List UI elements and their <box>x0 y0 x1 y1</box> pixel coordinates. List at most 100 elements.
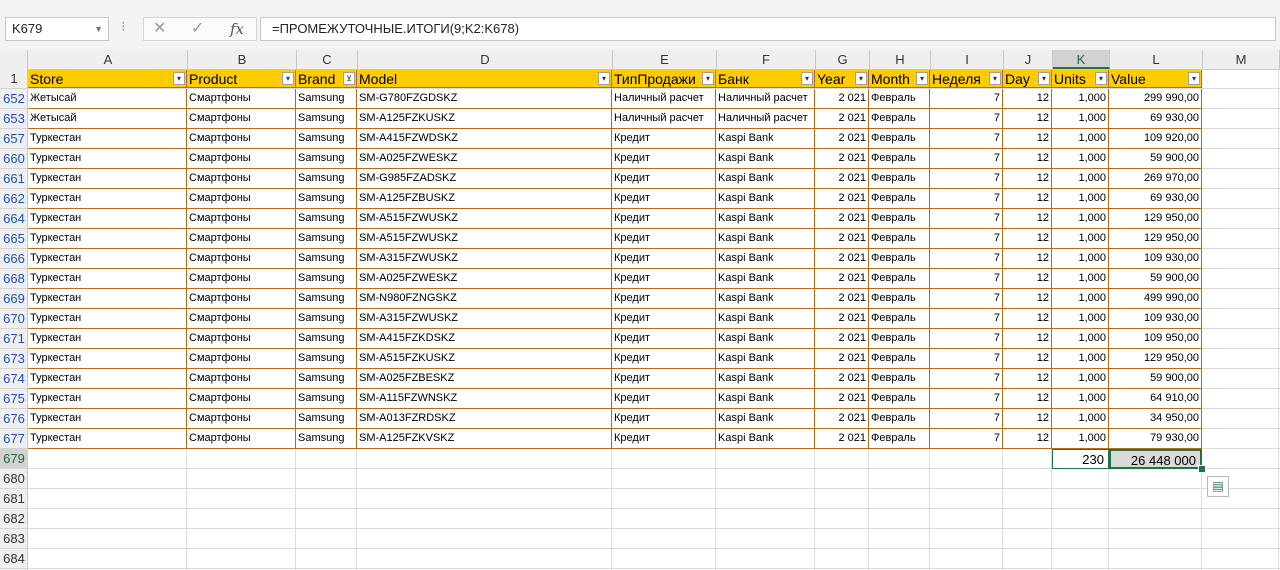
table-cell[interactable]: Кредит <box>612 289 716 309</box>
column-header-k[interactable]: K <box>1053 50 1110 69</box>
dropdown-arrow-icon[interactable]: ▾ <box>916 72 928 85</box>
table-cell[interactable]: Февраль <box>869 429 930 449</box>
row-header[interactable]: 671 <box>0 329 28 349</box>
table-cell[interactable]: 2 021 <box>815 309 869 329</box>
table-cell[interactable]: 2 021 <box>815 89 869 109</box>
table-cell[interactable]: Samsung <box>296 289 357 309</box>
column-header-j[interactable]: J <box>1004 50 1053 69</box>
table-cell[interactable]: 7 <box>930 149 1003 169</box>
table-cell[interactable]: Смартфоны <box>187 369 296 389</box>
table-cell[interactable]: Кредит <box>612 149 716 169</box>
row-header[interactable]: 684 <box>0 549 28 569</box>
table-cell[interactable]: Туркестан <box>28 409 187 429</box>
column-header-g[interactable]: G <box>816 50 870 69</box>
table-cell[interactable]: 299 990,00 <box>1109 89 1202 109</box>
table-cell[interactable]: Февраль <box>869 349 930 369</box>
table-cell[interactable]: SM-A125FZKUSKZ <box>357 109 612 129</box>
value-total-cell[interactable]: 26 448 000 <box>1109 449 1202 469</box>
table-cell[interactable]: 12 <box>1003 429 1052 449</box>
table-cell[interactable]: SM-A515FZWUSKZ <box>357 229 612 249</box>
table-cell[interactable]: Смартфоны <box>187 289 296 309</box>
table-cell[interactable]: 1,000 <box>1052 229 1109 249</box>
table-cell[interactable]: 2 021 <box>815 389 869 409</box>
table-cell[interactable]: Февраль <box>869 369 930 389</box>
table-header-cell[interactable]: Day ▾ <box>1003 70 1052 88</box>
column-header-f[interactable]: F <box>717 50 816 69</box>
table-cell[interactable]: Kaspi Bank <box>716 209 815 229</box>
table-cell[interactable]: 12 <box>1003 249 1052 269</box>
table-header-cell[interactable]: ТипПродажи ▾ <box>612 70 716 88</box>
table-cell[interactable]: 1,000 <box>1052 209 1109 229</box>
dropdown-arrow-icon[interactable]: ▾ <box>855 72 867 85</box>
table-cell[interactable]: Февраль <box>869 249 930 269</box>
units-total-cell[interactable]: 230 <box>1052 449 1109 469</box>
table-cell[interactable]: Kaspi Bank <box>716 329 815 349</box>
table-cell[interactable]: Смартфоны <box>187 309 296 329</box>
table-cell[interactable]: Смартфоны <box>187 429 296 449</box>
row-header[interactable]: 680 <box>0 469 28 489</box>
table-cell[interactable]: Kaspi Bank <box>716 429 815 449</box>
table-cell[interactable]: 7 <box>930 369 1003 389</box>
table-cell[interactable]: Смартфоны <box>187 389 296 409</box>
column-header-d[interactable]: D <box>358 50 613 69</box>
row-header[interactable]: 681 <box>0 489 28 509</box>
table-cell[interactable]: Kaspi Bank <box>716 309 815 329</box>
table-cell[interactable]: 7 <box>930 389 1003 409</box>
row-header[interactable]: 679 <box>0 449 28 469</box>
table-cell[interactable]: 7 <box>930 89 1003 109</box>
table-cell[interactable]: Samsung <box>296 369 357 389</box>
table-cell[interactable]: Туркестан <box>28 129 187 149</box>
table-cell[interactable]: Samsung <box>296 329 357 349</box>
table-cell[interactable]: Февраль <box>869 149 930 169</box>
table-cell[interactable]: Жетысай <box>28 109 187 129</box>
cancel-icon[interactable]: ✕ <box>153 18 166 40</box>
table-cell[interactable]: 109 920,00 <box>1109 129 1202 149</box>
table-cell[interactable]: Смартфоны <box>187 349 296 369</box>
table-cell[interactable]: 1,000 <box>1052 109 1109 129</box>
formula-bar-grip-icon[interactable]: ⁝ <box>121 18 125 35</box>
table-cell[interactable]: Смартфоны <box>187 109 296 129</box>
row-header[interactable]: 1 <box>0 69 28 89</box>
table-header-cell[interactable]: Store ▾ <box>28 70 187 88</box>
table-cell[interactable]: 2 021 <box>815 169 869 189</box>
table-cell[interactable]: Февраль <box>869 229 930 249</box>
column-header-m[interactable]: M <box>1203 50 1280 69</box>
table-cell[interactable]: SM-G985FZADSKZ <box>357 169 612 189</box>
dropdown-arrow-icon[interactable]: ▾ <box>1038 72 1050 85</box>
table-cell[interactable]: 1,000 <box>1052 89 1109 109</box>
table-cell[interactable]: 7 <box>930 329 1003 349</box>
table-cell[interactable]: Samsung <box>296 409 357 429</box>
table-cell[interactable]: Kaspi Bank <box>716 169 815 189</box>
table-cell[interactable]: 12 <box>1003 229 1052 249</box>
table-cell[interactable]: Кредит <box>612 389 716 409</box>
table-cell[interactable]: 2 021 <box>815 409 869 429</box>
table-cell[interactable]: Кредит <box>612 269 716 289</box>
table-cell[interactable]: Кредит <box>612 349 716 369</box>
column-header-i[interactable]: I <box>931 50 1004 69</box>
table-cell[interactable]: Смартфоны <box>187 269 296 289</box>
table-cell[interactable]: 12 <box>1003 389 1052 409</box>
table-cell[interactable]: Февраль <box>869 329 930 349</box>
table-cell[interactable]: 12 <box>1003 209 1052 229</box>
table-cell[interactable]: Туркестан <box>28 349 187 369</box>
formula-input[interactable]: =ПРОМЕЖУТОЧНЫЕ.ИТОГИ(9;K2:K678) <box>260 17 1276 41</box>
table-cell[interactable]: Февраль <box>869 209 930 229</box>
table-cell[interactable]: 12 <box>1003 189 1052 209</box>
table-cell[interactable]: Samsung <box>296 209 357 229</box>
table-cell[interactable]: 1,000 <box>1052 329 1109 349</box>
row-header[interactable]: 670 <box>0 309 28 329</box>
table-cell[interactable]: Кредит <box>612 409 716 429</box>
table-cell[interactable]: 7 <box>930 109 1003 129</box>
table-cell[interactable]: Наличный расчет <box>612 89 716 109</box>
table-cell[interactable]: Наличный расчет <box>716 89 815 109</box>
table-cell[interactable]: 2 021 <box>815 149 869 169</box>
table-cell[interactable]: 2 021 <box>815 229 869 249</box>
table-cell[interactable]: 12 <box>1003 89 1052 109</box>
table-cell[interactable]: 12 <box>1003 349 1052 369</box>
table-cell[interactable]: Кредит <box>612 429 716 449</box>
name-box-dropdown-icon[interactable]: ▼ <box>94 18 103 40</box>
table-cell[interactable]: SM-A515FZWUSKZ <box>357 209 612 229</box>
table-cell[interactable]: SM-A115FZWNSKZ <box>357 389 612 409</box>
table-cell[interactable]: SM-A415FZKDSKZ <box>357 329 612 349</box>
table-cell[interactable]: Февраль <box>869 389 930 409</box>
